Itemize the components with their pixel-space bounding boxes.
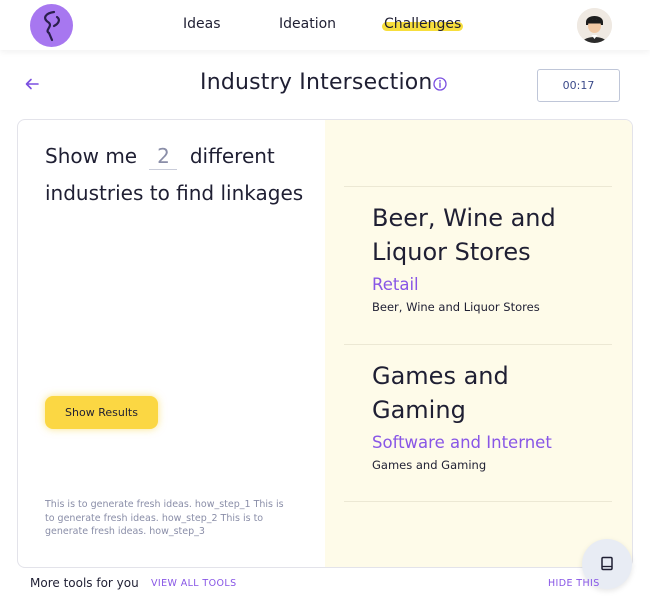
page-title: Industry Intersection: [200, 70, 433, 95]
result-category[interactable]: Software and Internet: [372, 433, 552, 452]
result-subcategory: Games and Gaming: [372, 458, 487, 472]
result-industry-name: Games and Gaming: [372, 362, 509, 424]
result-divider: [344, 344, 612, 345]
nav-link-challenges[interactable]: Challenges: [382, 16, 464, 32]
nav-link-ideation[interactable]: Ideation: [279, 16, 336, 32]
prompt-prefix: Show me: [45, 144, 138, 168]
result-category[interactable]: Retail: [372, 275, 419, 294]
hide-this-link[interactable]: HIDE THIS: [548, 578, 600, 589]
result-industry-name: Beer, Wine and Liquor Stores: [372, 204, 556, 266]
nav-link-challenges-label: Challenges: [384, 16, 462, 32]
result-subcategory: Beer, Wine and Liquor Stores: [372, 300, 540, 314]
user-avatar[interactable]: [577, 8, 612, 43]
help-text: This is to generate fresh ideas. how_ste…: [45, 499, 284, 537]
arrow-left-icon[interactable]: [24, 76, 40, 92]
nav-link-ideas[interactable]: Ideas: [183, 16, 221, 32]
view-all-tools-link[interactable]: VIEW ALL TOOLS: [151, 578, 237, 589]
timer-display: 00:17: [537, 69, 620, 102]
info-circle-icon[interactable]: [433, 77, 447, 91]
top-navbar: Ideas Ideation Challenges: [0, 0, 650, 50]
industry-count-input[interactable]: 2: [149, 143, 178, 170]
result-divider: [344, 186, 612, 187]
lightning-logo-icon[interactable]: [30, 4, 73, 47]
book-icon: [601, 556, 613, 571]
more-tools-label: More tools for you: [30, 576, 139, 590]
show-results-button[interactable]: Show Results: [45, 396, 158, 429]
result-divider: [344, 501, 612, 502]
prompt-text: Show me 2 different industries to find l…: [45, 138, 310, 212]
